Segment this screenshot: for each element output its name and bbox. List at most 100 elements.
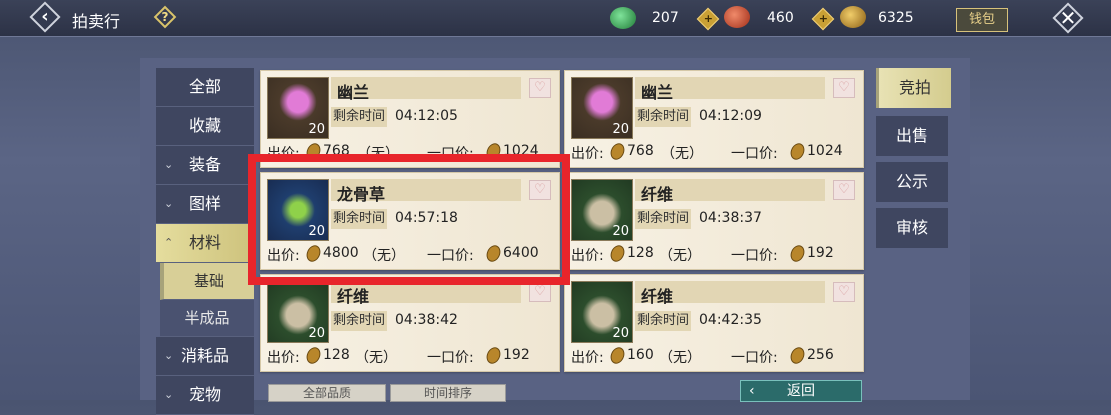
sidebar-item-patterns[interactable]: ⌄ 图样 (156, 185, 254, 224)
time-sort-button[interactable]: 时间排序 (390, 384, 506, 402)
bid-note: （无） (659, 248, 701, 264)
listing-card[interactable]: 20 纤维 ♡ 剩余时间 04:38:42 出价: 128 （无） 一口价: 1… (260, 274, 560, 372)
fiber-icon: 20 (267, 281, 329, 343)
sidebar-item-label: 装备 (188, 155, 221, 174)
seed-icon (788, 141, 807, 162)
sidebar-sub-semi-finished[interactable]: 半成品 (160, 300, 254, 337)
sidebar-sub-basic[interactable]: 基础 (160, 263, 254, 300)
return-label: 返回 (787, 383, 815, 399)
sidebar-item-label: 宠物 (188, 385, 221, 404)
add-crystal-button[interactable]: + (811, 7, 835, 31)
bid-value: 160 (627, 347, 654, 363)
page-title: 拍卖行 (72, 12, 121, 31)
bid-label: 出价: (571, 350, 604, 366)
jade-coin-value: 207 (652, 10, 679, 26)
highlight-box (248, 154, 570, 285)
chevron-up-icon: ⌃ (164, 236, 174, 249)
item-quantity: 20 (612, 122, 629, 137)
quality-filter-button[interactable]: 全部品质 (268, 384, 386, 402)
sidebar-item-pets[interactable]: ⌄ 宠物 (156, 376, 254, 415)
item-quantity: 20 (308, 122, 325, 137)
top-bar: ‹ 拍卖行 ? 207 + 460 + 6325 钱包 ✕ (0, 0, 1111, 37)
buyout-label: 一口价: (731, 350, 778, 366)
red-crystal-value: 460 (767, 10, 794, 26)
sidebar-item-label: 收藏 (188, 116, 221, 135)
seed-icon (788, 345, 807, 366)
wallet-button[interactable]: 钱包 (956, 8, 1008, 32)
sidebar-item-all[interactable]: 全部 (156, 68, 254, 107)
sidebar-item-label: 全部 (188, 77, 221, 96)
time-label: 剩余时间 (635, 209, 691, 229)
listing-card[interactable]: 20 纤维 ♡ 剩余时间 04:38:37 出价: 128 （无） 一口价: 1… (564, 172, 864, 270)
sidebar-item-label: 材料 (188, 233, 221, 252)
buyout-label: 一口价: (731, 248, 778, 264)
favorite-heart-icon[interactable]: ♡ (529, 78, 551, 98)
seed-icon (608, 243, 627, 264)
item-name: 幽兰 (641, 83, 674, 102)
gold-seed-value: 6325 (878, 10, 914, 26)
close-button[interactable]: ✕ (1050, 0, 1086, 36)
seed-icon (608, 345, 627, 366)
red-crystal-icon (724, 6, 750, 28)
sidebar-item-favorites[interactable]: 收藏 (156, 107, 254, 146)
item-name: 纤维 (641, 287, 674, 306)
favorite-heart-icon[interactable]: ♡ (833, 180, 855, 200)
buyout-value: 192 (503, 347, 530, 363)
question-icon: ? (161, 10, 169, 24)
chevron-down-icon: ⌄ (164, 349, 174, 362)
buyout-value: 256 (807, 347, 834, 363)
time-remaining: 04:42:35 (699, 312, 762, 328)
bid-note: （无） (659, 350, 701, 366)
tab-sell[interactable]: 出售 (876, 116, 948, 156)
listing-card[interactable]: 20 幽兰 ♡ 剩余时间 04:12:09 出价: 768 （无） 一口价: 1… (564, 70, 864, 168)
return-button[interactable]: ‹ 返回 (740, 380, 862, 402)
bid-label: 出价: (571, 146, 604, 162)
item-name: 纤维 (337, 287, 370, 306)
time-label: 剩余时间 (331, 311, 387, 331)
orchid-icon: 20 (267, 77, 329, 139)
help-button[interactable]: ? (153, 5, 177, 29)
bid-value: 128 (627, 245, 654, 261)
back-button[interactable]: ‹ (29, 1, 61, 33)
sidebar-item-consumables[interactable]: ⌄ 消耗品 (156, 337, 254, 376)
fiber-icon: 20 (571, 281, 633, 343)
time-label: 剩余时间 (331, 107, 387, 127)
favorite-heart-icon[interactable]: ♡ (833, 282, 855, 302)
bid-label: 出价: (571, 248, 604, 264)
orchid-icon: 20 (571, 77, 633, 139)
buyout-value: 1024 (807, 143, 843, 159)
listing-card[interactable]: 20 纤维 ♡ 剩余时间 04:42:35 出价: 160 （无） 一口价: 2… (564, 274, 864, 372)
buyout-label: 一口价: (427, 350, 474, 366)
time-remaining: 04:12:05 (395, 108, 458, 124)
add-jade-button[interactable]: + (696, 7, 720, 31)
bid-note: （无） (661, 146, 703, 162)
chevron-down-icon: ⌄ (164, 158, 174, 171)
favorite-heart-icon[interactable]: ♡ (529, 282, 551, 302)
bid-note: （无） (355, 350, 397, 366)
time-remaining: 04:38:37 (699, 210, 762, 226)
item-name: 幽兰 (337, 83, 370, 102)
time-label: 剩余时间 (635, 107, 691, 127)
back-arrow-icon: ‹ (41, 6, 49, 27)
jade-coin-icon (610, 7, 636, 29)
sidebar-item-equipment[interactable]: ⌄ 装备 (156, 146, 254, 185)
sidebar-item-label: 消耗品 (180, 346, 229, 365)
seed-icon (788, 243, 807, 264)
favorite-heart-icon[interactable]: ♡ (833, 78, 855, 98)
bid-value: 128 (323, 347, 350, 363)
time-label: 剩余时间 (635, 311, 691, 331)
tab-auction[interactable]: 竞拍 (876, 68, 951, 108)
tab-review[interactable]: 审核 (876, 208, 948, 248)
chevron-down-icon: ⌄ (164, 197, 174, 210)
item-name: 纤维 (641, 185, 674, 204)
buyout-label: 一口价: (731, 146, 778, 162)
seed-icon (304, 345, 323, 366)
tab-public[interactable]: 公示 (876, 162, 948, 202)
close-icon: ✕ (1059, 6, 1077, 30)
chevron-down-icon: ⌄ (164, 388, 174, 401)
seed-icon (608, 141, 627, 162)
sidebar-item-materials[interactable]: ⌃ 材料 (156, 224, 254, 263)
seed-icon (484, 345, 503, 366)
buyout-value: 192 (807, 245, 834, 261)
category-sidebar: 全部 收藏 ⌄ 装备 ⌄ 图样 ⌃ 材料 基础 半成品 ⌄ 消耗品 ⌄ 宠物 (156, 68, 254, 415)
